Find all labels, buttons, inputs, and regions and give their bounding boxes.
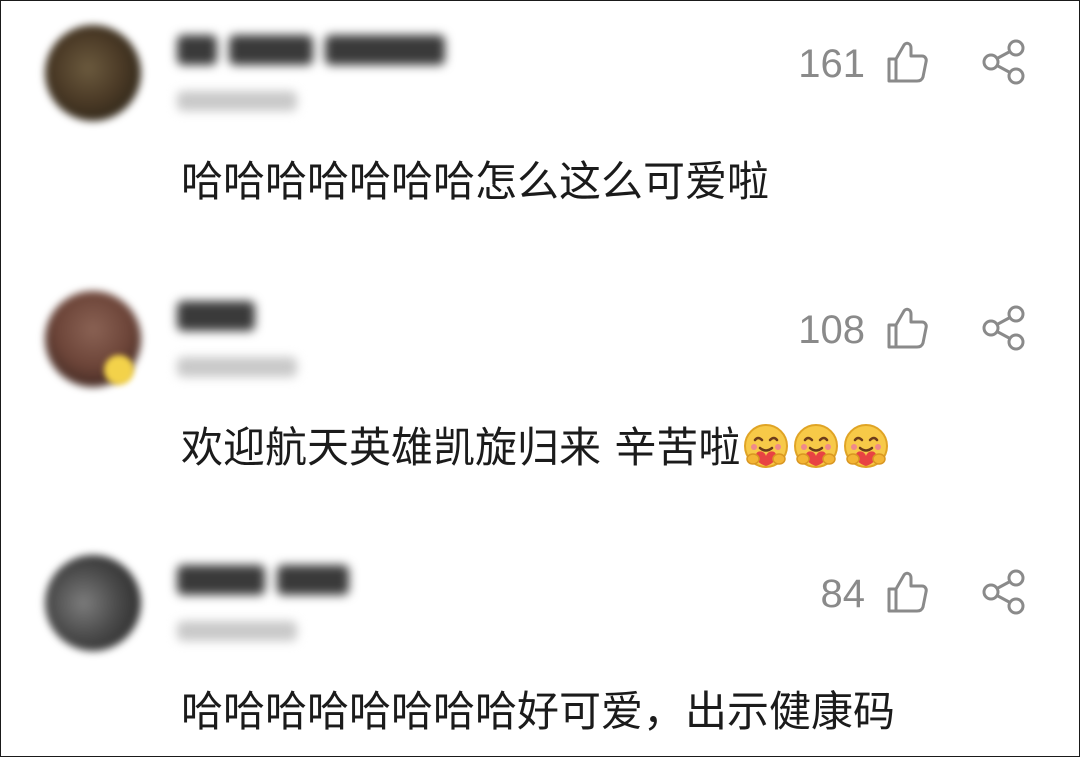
comment-list: 161 哈哈哈哈哈哈哈怎么这么可爱啦 108 欢迎航天英雄凯旋归来 辛苦啦 84… <box>0 0 1080 757</box>
thumbs-up-icon[interactable] <box>884 39 930 85</box>
share-icon[interactable] <box>979 305 1027 351</box>
timestamp-blurred <box>177 357 297 377</box>
comment-item: 84 哈哈哈哈哈哈哈哈好可爱，出示健康码 <box>1 531 1079 756</box>
share-icon[interactable] <box>979 569 1027 615</box>
thumbs-up-icon[interactable] <box>884 305 930 351</box>
like-count: 161 <box>798 42 865 86</box>
hugging-face-emoji <box>744 424 789 468</box>
comment-text-row: 欢迎航天英雄凯旋归来 辛苦啦 <box>181 422 890 474</box>
hugging-face-emoji <box>844 424 889 468</box>
share-icon[interactable] <box>979 39 1027 85</box>
comment-text: 欢迎航天英雄凯旋归来 辛苦啦 <box>181 423 741 472</box>
thumbs-up-icon[interactable] <box>884 569 930 615</box>
avatar-badge <box>104 355 134 385</box>
comment-text: 哈哈哈哈哈哈哈哈好可爱，出示健康码 <box>181 687 896 736</box>
avatar[interactable] <box>45 555 141 651</box>
like-count: 108 <box>798 308 865 352</box>
username-blurred[interactable] <box>177 301 267 335</box>
comment-item: 161 哈哈哈哈哈哈哈怎么这么可爱啦 <box>1 1 1079 251</box>
username-blurred[interactable] <box>177 35 457 69</box>
timestamp-blurred <box>177 621 297 641</box>
avatar[interactable] <box>45 25 141 121</box>
username-blurred[interactable] <box>177 565 361 599</box>
timestamp-blurred <box>177 91 297 111</box>
hugging-face-emoji <box>794 424 839 468</box>
comment-text: 哈哈哈哈哈哈哈怎么这么可爱啦 <box>181 157 770 206</box>
like-count: 84 <box>820 572 866 616</box>
comment-item: 108 欢迎航天英雄凯旋归来 辛苦啦 <box>1 267 1079 517</box>
